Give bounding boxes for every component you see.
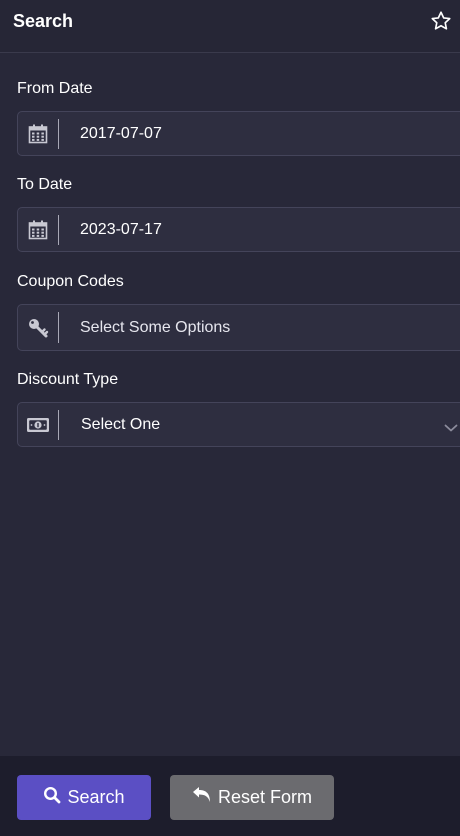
calendar-icon — [18, 208, 58, 251]
search-button-label: Search — [67, 787, 125, 807]
panel-header: Search — [0, 0, 460, 53]
star-icon[interactable] — [430, 10, 452, 32]
coupon-codes-multiselect[interactable]: Select Some Options — [17, 304, 460, 351]
money-bill-icon — [18, 403, 58, 446]
from-date-field[interactable]: 2017-07-07 — [17, 111, 460, 156]
discount-type-label: Discount Type — [17, 371, 119, 388]
chevron-down-icon — [444, 420, 458, 432]
panel-title: Search — [13, 11, 74, 31]
search-button[interactable]: Search — [17, 775, 151, 820]
to-date-label: To Date — [17, 176, 73, 193]
from-date-value: 2017-07-07 — [80, 125, 162, 142]
field-separator — [58, 410, 59, 440]
reset-form-button[interactable]: Reset Form — [170, 775, 334, 820]
to-date-field[interactable]: 2023-07-17 — [17, 207, 460, 252]
field-separator — [58, 312, 59, 343]
coupon-codes-placeholder: Select Some Options — [80, 319, 231, 336]
key-icon — [18, 305, 58, 350]
coupon-codes-label: Coupon Codes — [17, 273, 124, 290]
form-footer: Search Reset Form — [0, 756, 460, 836]
field-separator — [58, 215, 59, 245]
discount-type-value: Select One — [81, 416, 161, 433]
reset-button-label: Reset Form — [217, 787, 313, 807]
to-date-value: 2023-07-17 — [80, 221, 162, 238]
search-icon — [43, 786, 61, 809]
discount-type-select[interactable]: Select One — [17, 402, 460, 447]
field-separator — [58, 119, 59, 149]
calendar-icon — [18, 112, 58, 155]
undo-icon — [192, 786, 212, 809]
from-date-label: From Date — [17, 80, 93, 97]
